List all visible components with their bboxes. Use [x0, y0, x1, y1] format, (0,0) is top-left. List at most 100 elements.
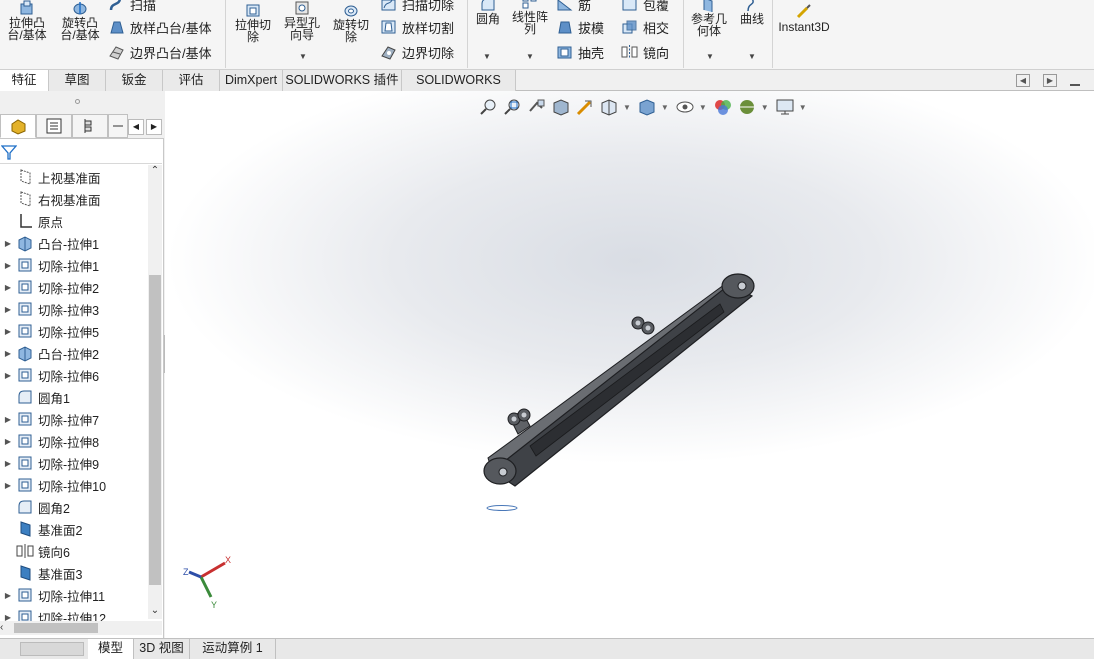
extruded-cut-button[interactable]: 拉伸切 除	[231, 2, 275, 43]
tree-item[interactable]: ▶ 切除-拉伸10	[0, 474, 148, 496]
display-style-icon[interactable]	[637, 97, 657, 117]
scroll-down-icon[interactable]: ⌄	[148, 605, 162, 619]
view-settings-icon[interactable]	[775, 97, 795, 117]
tree-item[interactable]: ▶ 切除-拉伸7	[0, 408, 148, 430]
display-style-dropdown[interactable]: ▼	[661, 103, 669, 112]
section-view-icon[interactable]	[551, 97, 571, 117]
expand-arrow-icon[interactable]: ▶	[0, 481, 16, 490]
collapse-left-icon[interactable]: ◀	[1016, 74, 1030, 87]
view-orientation-icon[interactable]	[599, 97, 619, 117]
minimize-icon[interactable]	[1070, 84, 1080, 86]
lofted-cut-button[interactable]: 放样切割	[380, 17, 454, 37]
intersect-button[interactable]: 相交	[621, 17, 669, 37]
extruded-boss-button[interactable]: 拉伸凸 台/基体	[4, 0, 50, 41]
scroll-hthumb[interactable]	[14, 623, 98, 633]
hole-wizard-dropdown[interactable]: ▼	[299, 52, 307, 61]
tree-item[interactable]: 基准面3	[0, 562, 148, 584]
view-settings-dropdown[interactable]: ▼	[799, 103, 807, 112]
dynamic-annotation-icon[interactable]	[575, 97, 595, 117]
expand-arrow-icon[interactable]: ▶	[0, 459, 16, 468]
apply-scene-icon[interactable]	[737, 97, 757, 117]
boundary-cut-button[interactable]: 边界切除	[380, 42, 454, 62]
tree-item[interactable]: 右视基准面	[0, 188, 148, 210]
expand-arrow-icon[interactable]: ▶	[0, 591, 16, 600]
edit-appearance-icon[interactable]	[713, 97, 733, 117]
feature-tree-tab[interactable]	[0, 114, 36, 138]
rib-button[interactable]: 筋	[556, 0, 591, 14]
panel-grip[interactable]	[0, 91, 164, 113]
tree-item[interactable]: 镜向6	[0, 540, 148, 562]
model-part[interactable]	[470, 266, 770, 516]
tree-vertical-scrollbar[interactable]: ⌃ ⌄	[148, 165, 162, 619]
shell-button[interactable]: 抽壳	[556, 42, 604, 62]
tab-navigation-buttons[interactable]	[20, 642, 84, 656]
tab-solidworks-mbd[interactable]: SOLIDWORKS MBD	[402, 70, 516, 107]
curves-button[interactable]: 曲线	[736, 0, 768, 25]
tree-item[interactable]: 原点	[0, 210, 148, 232]
scroll-thumb[interactable]	[149, 275, 161, 585]
instant3d-button[interactable]: Instant3D	[776, 4, 832, 33]
property-manager-tab[interactable]	[36, 114, 72, 138]
revolved-boss-button[interactable]: 旋转凸 台/基体	[56, 0, 104, 41]
reference-geometry-dropdown[interactable]: ▼	[706, 52, 714, 61]
expand-arrow-icon[interactable]: ▶	[0, 415, 16, 424]
fillet-dropdown[interactable]: ▼	[483, 52, 491, 61]
configuration-manager-tab[interactable]	[72, 114, 108, 138]
graphics-area[interactable]: ▼ ▼ ▼ ▼ ▼ X Y Z	[165, 91, 1094, 638]
view-orientation-dropdown[interactable]: ▼	[623, 103, 631, 112]
mirror-button[interactable]: 镜向	[621, 42, 669, 62]
tab-3d-views[interactable]: 3D 视图	[134, 639, 190, 659]
swept-cut-button[interactable]: 扫描切除	[380, 0, 454, 14]
expand-arrow-icon[interactable]: ▶	[0, 239, 16, 248]
tab-motion-study[interactable]: 运动算例 1	[190, 639, 276, 659]
scroll-left-icon[interactable]: ‹	[0, 621, 12, 635]
tree-horizontal-scrollbar[interactable]: ‹	[0, 621, 162, 635]
tree-item[interactable]: 上视基准面	[0, 166, 148, 188]
tree-item[interactable]: ▶ 切除-拉伸8	[0, 430, 148, 452]
zoom-to-fit-icon[interactable]	[479, 97, 499, 117]
tab-dimxpert[interactable]: DimXpert	[220, 70, 283, 91]
expand-arrow-icon[interactable]: ▶	[0, 305, 16, 314]
expand-arrow-icon[interactable]: ▶	[0, 371, 16, 380]
wrap-button[interactable]: 包覆	[621, 0, 669, 14]
tab-scroll-right-icon[interactable]: ▶	[146, 119, 162, 135]
tree-item[interactable]: ▶ 切除-拉伸3	[0, 298, 148, 320]
hide-show-items-icon[interactable]	[675, 97, 695, 117]
revolved-cut-button[interactable]: 旋转切 除	[328, 2, 374, 43]
tree-item[interactable]: ▶ 切除-拉伸9	[0, 452, 148, 474]
tab-scroll-left-icon[interactable]: ◀	[128, 119, 144, 135]
tab-model[interactable]: 模型	[88, 639, 134, 659]
tree-item[interactable]: ▶ 切除-拉伸5	[0, 320, 148, 342]
expand-arrow-icon[interactable]: ▶	[0, 437, 16, 446]
tree-item[interactable]: 基准面2	[0, 518, 148, 540]
tab-evaluate[interactable]: 评估	[163, 70, 220, 91]
sweep-button[interactable]: 扫描	[108, 0, 156, 14]
tree-item[interactable]: ▶ 凸台-拉伸1	[0, 232, 148, 254]
expand-arrow-icon[interactable]: ▶	[0, 283, 16, 292]
tab-features[interactable]: 特征	[0, 70, 49, 91]
apply-scene-dropdown[interactable]: ▼	[761, 103, 769, 112]
linear-pattern-dropdown[interactable]: ▼	[526, 52, 534, 61]
tab-sheet-metal[interactable]: 钣金	[106, 70, 163, 91]
hide-show-dropdown[interactable]: ▼	[699, 103, 707, 112]
tree-item[interactable]: ▶ 切除-拉伸6	[0, 364, 148, 386]
hole-wizard-button[interactable]: 异型孔 向导	[280, 0, 324, 41]
tree-item[interactable]: 圆角1	[0, 386, 148, 408]
dimxpert-manager-tab[interactable]	[108, 114, 128, 138]
previous-view-icon[interactable]	[527, 97, 547, 117]
tree-item[interactable]: 圆角2	[0, 496, 148, 518]
expand-arrow-icon[interactable]: ▶	[0, 349, 16, 358]
reference-geometry-button[interactable]: 参考几 何体	[686, 0, 732, 37]
curves-dropdown[interactable]: ▼	[748, 52, 756, 61]
draft-button[interactable]: 拔模	[556, 17, 604, 37]
fillet-button[interactable]: 圆角	[470, 0, 506, 25]
tree-item[interactable]: ▶ 切除-拉伸2	[0, 276, 148, 298]
tree-item[interactable]: ▶ 切除-拉伸1	[0, 254, 148, 276]
tab-solidworks-addins[interactable]: SOLIDWORKS 插件	[283, 70, 402, 91]
scroll-up-icon[interactable]: ⌃	[148, 165, 162, 179]
tree-filter[interactable]	[0, 140, 162, 164]
loft-boss-button[interactable]: 放样凸台/基体	[108, 17, 212, 37]
linear-pattern-button[interactable]: 线性阵 列	[508, 0, 552, 35]
collapse-right-icon[interactable]: ▶	[1043, 74, 1057, 87]
tab-sketch[interactable]: 草图	[49, 70, 106, 91]
